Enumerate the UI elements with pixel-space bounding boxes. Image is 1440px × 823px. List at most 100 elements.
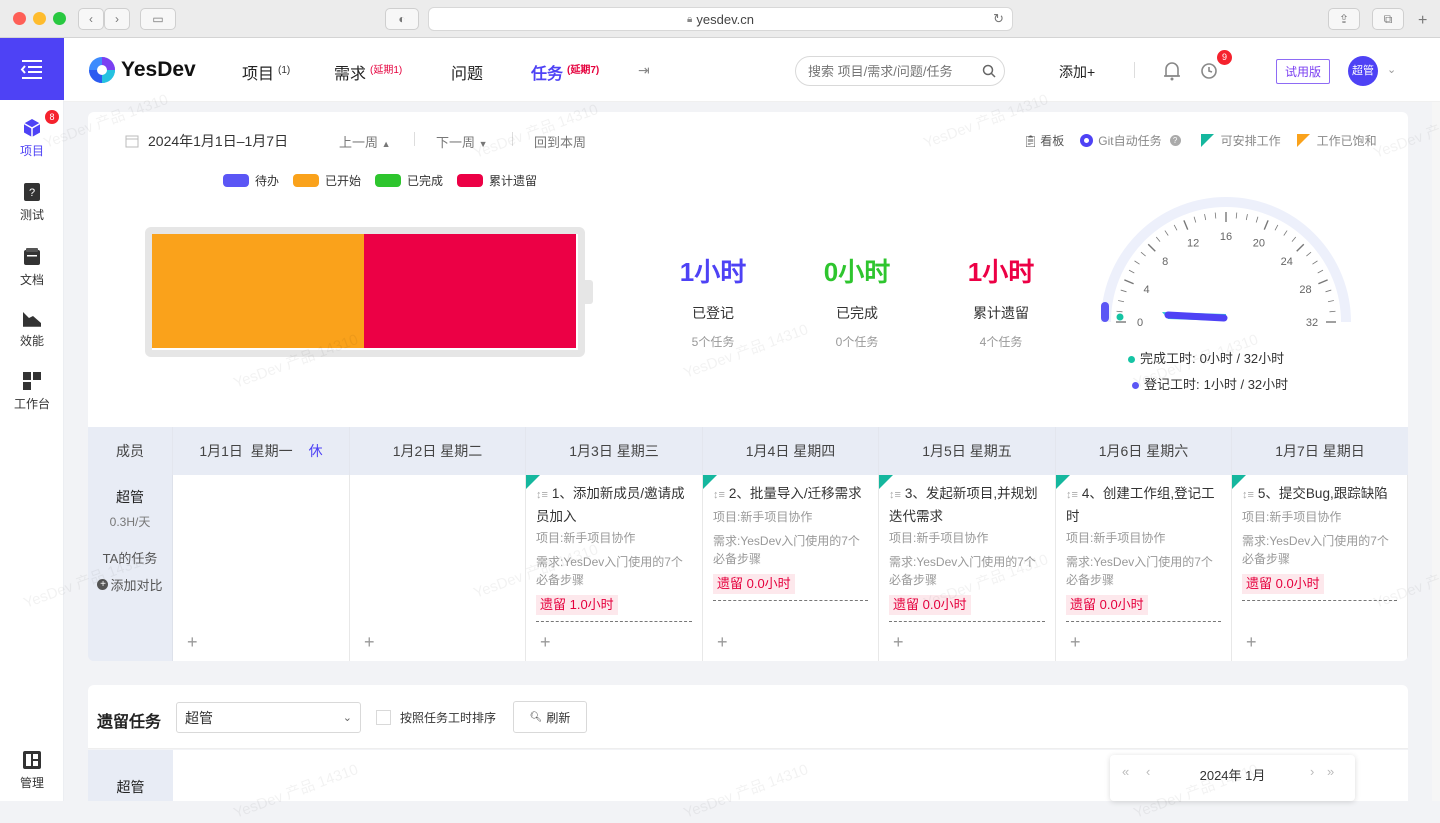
add-task-button[interactable]: +: [540, 632, 551, 653]
day-cell[interactable]: ↕≡ 1、添加新成员/邀请成员加入 项目:新手项目协作 需求:YesDev入门使用的7…: [526, 475, 703, 661]
alarm-clock-icon[interactable]: [1199, 60, 1219, 80]
task-divider: [1066, 621, 1221, 622]
calendar-icon[interactable]: [125, 134, 139, 148]
back-button[interactable]: ‹: [78, 8, 104, 30]
task-card[interactable]: ↕≡ 1、添加新成员/邀请成员加入 项目:新手项目协作 需求:YesDev入门使用的7…: [526, 475, 702, 622]
back-this-week-button[interactable]: 回到本周: [534, 132, 586, 151]
add-button[interactable]: 添加+: [1059, 62, 1095, 82]
next-week-button[interactable]: 下一周 ▼: [436, 132, 488, 151]
tab-task[interactable]: 任务 (延期7): [531, 60, 599, 84]
day-cell[interactable]: ↕≡ 5、提交Bug,跟踪缺陷 项目:新手项目协作 需求:YesDev入门使用的7个必…: [1232, 475, 1408, 661]
gauge-tick: [1147, 243, 1156, 252]
kanban-button[interactable]: 📋︎ 看板: [1023, 132, 1064, 149]
bell-icon[interactable]: [1163, 61, 1181, 81]
sidebar-item-project[interactable]: 项目 8: [0, 110, 64, 159]
privacy-shield-icon[interactable]: ◐: [385, 8, 419, 30]
task-card[interactable]: ↕≡ 5、提交Bug,跟踪缺陷 项目:新手项目协作 需求:YesDev入门使用的7个必…: [1232, 475, 1407, 601]
sidebar-item-workbench[interactable]: 工作台: [0, 371, 64, 412]
avatar[interactable]: 超管: [1348, 56, 1378, 86]
exit-icon[interactable]: ⇥: [638, 62, 650, 79]
zoom-window-button[interactable]: [53, 12, 66, 25]
sort-by-hours-checkbox[interactable]: 按照任务工时排序: [376, 709, 496, 726]
git-auto-task-toggle[interactable]: Git自动任务?: [1080, 132, 1181, 149]
tabs-overview-icon[interactable]: ⧉: [1372, 8, 1404, 30]
search-box[interactable]: [795, 56, 1005, 86]
gauge-tick: [1155, 236, 1161, 242]
add-compare-label: 添加对比: [110, 578, 163, 593]
add-task-button[interactable]: +: [1246, 632, 1257, 653]
next-month-icon[interactable]: ›: [1310, 764, 1314, 779]
day-cell[interactable]: ↕≡ 3、发起新项目,并规划迭代需求 项目:新手项目协作 需求:YesDev入门使用的…: [879, 475, 1056, 661]
close-window-button[interactable]: [13, 12, 26, 25]
calendar-month-label[interactable]: 2024年 1月: [1110, 765, 1355, 784]
date-range[interactable]: 2024年1月1日–1月7日: [148, 131, 288, 151]
page-scrollbar[interactable]: [1432, 102, 1440, 801]
task-card[interactable]: ↕≡ 3、发起新项目,并规划迭代需求 项目:新手项目协作 需求:YesDev入门使用的…: [879, 475, 1055, 622]
stat-value: 1小时: [679, 257, 747, 287]
gauge-tick: [1329, 310, 1336, 313]
task-title[interactable]: 5、提交Bug,跟踪缺陷: [1258, 486, 1388, 501]
prev-week-button[interactable]: 上一周 ▲: [339, 132, 391, 151]
lock-icon: 🔒︎: [687, 13, 693, 25]
task-title[interactable]: 2、批量导入/迁移需求: [729, 486, 862, 501]
priority-icon: ↕≡: [1066, 489, 1078, 501]
gauge-tick: [1327, 300, 1334, 303]
address-bar[interactable]: 🔒︎ yesdev.cn ↻: [428, 7, 1013, 31]
task-card[interactable]: ↕≡ 4、创建工作组,登记工时 项目:新手项目协作 需求:YesDev入门使用的7个必…: [1056, 475, 1231, 622]
gauge-tick: [1325, 289, 1332, 293]
sidebar-item-docs[interactable]: 文档: [0, 247, 64, 288]
trial-badge[interactable]: 试用版: [1276, 59, 1331, 84]
leftover-member: 超管: [88, 750, 173, 801]
tab-issue[interactable]: 问题: [451, 60, 483, 84]
search-input[interactable]: [808, 63, 978, 79]
sidebar-item-label: 项目: [19, 144, 44, 158]
add-compare-button[interactable]: + 添加对比: [88, 575, 172, 594]
forward-button[interactable]: ›: [104, 8, 130, 30]
task-card[interactable]: ↕≡ 2、批量导入/迁移需求 项目:新手项目协作 需求:YesDev入门使用的7个必备…: [703, 475, 878, 601]
caret-down-icon: ▼: [478, 139, 488, 149]
tab-requirement[interactable]: 需求 (延期1): [334, 60, 402, 84]
task-title[interactable]: 3、发起新项目,并规划迭代需求: [889, 486, 1038, 524]
sidebar-item-efficiency[interactable]: 效能: [0, 308, 64, 349]
task-title[interactable]: 1、添加新成员/邀请成员加入: [536, 486, 685, 524]
day-cell[interactable]: +: [350, 475, 526, 661]
gauge-tick: [1214, 212, 1217, 219]
help-icon[interactable]: ?: [1169, 135, 1181, 146]
sidebar-item-test[interactable]: ? 测试: [0, 182, 64, 223]
menu-toggle-button[interactable]: [0, 38, 64, 100]
schedulable-flag-icon: [879, 475, 893, 489]
add-task-button[interactable]: +: [187, 632, 198, 653]
schedulable-flag-icon: [1232, 475, 1246, 489]
gauge-tick: [1164, 230, 1169, 236]
logo[interactable]: YesDev: [88, 56, 196, 84]
add-task-button[interactable]: +: [893, 632, 904, 653]
share-icon[interactable]: ⇪: [1328, 8, 1360, 30]
add-task-button[interactable]: +: [364, 632, 375, 653]
chevron-down-icon[interactable]: ⌄: [1387, 63, 1396, 76]
member-select[interactable]: 超管 ⌄: [176, 702, 361, 733]
new-tab-icon[interactable]: +: [1418, 12, 1427, 30]
search-icon[interactable]: [982, 64, 996, 78]
sidebar-item-label: 工作台: [13, 397, 50, 411]
day-cell[interactable]: +: [173, 475, 350, 661]
minimize-window-button[interactable]: [33, 12, 46, 25]
add-task-button[interactable]: +: [1070, 632, 1081, 653]
tab-project[interactable]: 项目 (1): [242, 60, 290, 84]
refresh-button[interactable]: 🔍︎ 刷新: [513, 701, 587, 733]
schedulable-legend: 可安排工作: [1200, 132, 1281, 149]
day-cell[interactable]: ↕≡ 4、创建工作组,登记工时 项目:新手项目协作 需求:YesDev入门使用的7个必…: [1056, 475, 1232, 661]
add-task-button[interactable]: +: [717, 632, 728, 653]
legend-swatch: [457, 174, 484, 187]
task-title[interactable]: 4、创建工作组,登记工时: [1066, 486, 1215, 524]
reload-icon[interactable]: ↻: [993, 11, 1004, 27]
task-leftover-badge: 遗留 0.0小时: [1066, 595, 1148, 615]
sidebar-toggle-icon[interactable]: ▭: [140, 8, 176, 30]
teal-dot-icon: [1128, 356, 1135, 363]
task-requirement: 需求:YesDev入门使用的7个必备步骤: [1242, 534, 1389, 566]
sidebar-item-admin[interactable]: 管理: [0, 750, 64, 791]
next-year-icon[interactable]: »: [1327, 764, 1334, 779]
day-cell[interactable]: ↕≡ 2、批量导入/迁移需求 项目:新手项目协作 需求:YesDev入门使用的7个必备…: [703, 475, 879, 661]
gauge-tick: [1128, 269, 1135, 274]
ta-tasks-link[interactable]: TA的任务: [88, 548, 172, 567]
day-header: 1月1日 星期一休: [173, 427, 350, 475]
